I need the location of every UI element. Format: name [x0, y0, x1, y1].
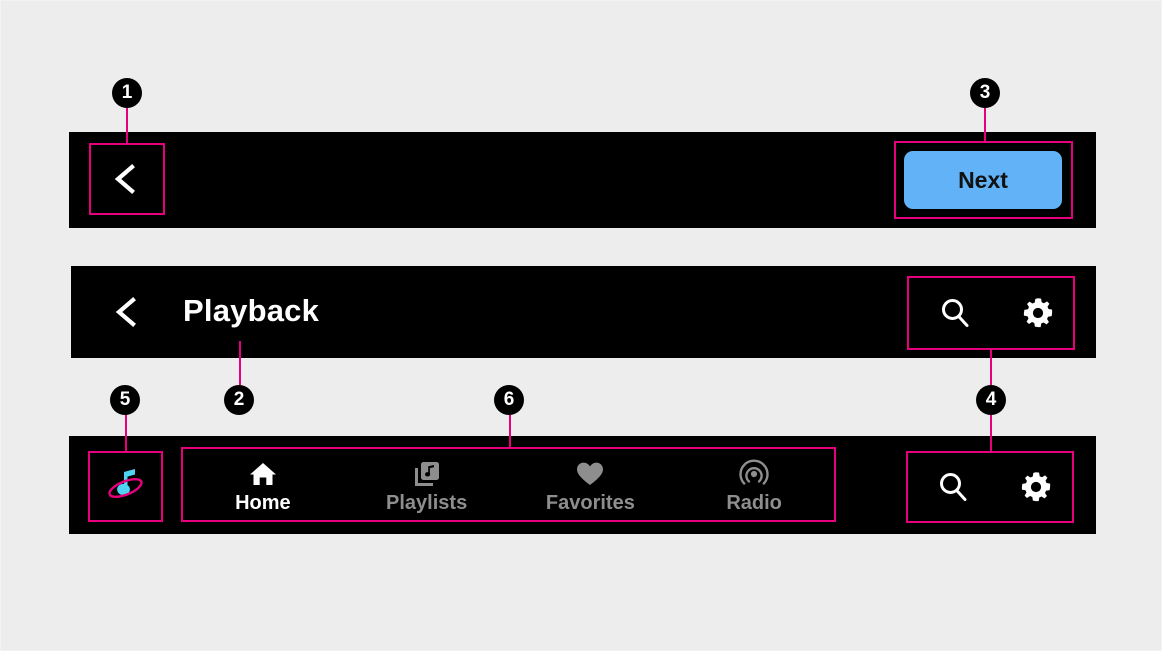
search-icon[interactable]: [937, 295, 973, 331]
playback-back-button[interactable]: [110, 295, 144, 329]
tab-home[interactable]: Home: [181, 451, 345, 521]
leader-line-5: [125, 415, 127, 453]
wizard-back-button[interactable]: [109, 162, 143, 196]
app-logo[interactable]: [102, 462, 149, 509]
annotation-badge-4: 4: [976, 385, 1006, 415]
next-button[interactable]: Next: [904, 151, 1062, 209]
gear-icon[interactable]: [1020, 295, 1056, 331]
leader-line-3: [984, 108, 986, 142]
tab-label: Home: [235, 492, 291, 514]
tab-label: Radio: [726, 492, 782, 514]
annotation-badge-1: 1: [112, 78, 142, 108]
tab-label: Playlists: [386, 492, 468, 514]
library-music-icon: [412, 459, 442, 489]
tab-label: Favorites: [545, 492, 635, 514]
leader-line-2: [239, 341, 241, 385]
heart-icon: [575, 459, 605, 489]
tab-playlists[interactable]: Playlists: [345, 451, 509, 521]
leader-line-6: [509, 415, 511, 449]
header-actions-group: [913, 289, 1079, 337]
leader-line-4-down: [990, 415, 992, 453]
tab-group: Home Playlists Favorites Radio: [181, 451, 836, 521]
tab-radio[interactable]: Radio: [672, 451, 836, 521]
search-icon[interactable]: [935, 469, 971, 505]
page-title: Playback: [183, 293, 320, 328]
annotation-badge-2: 2: [224, 385, 254, 415]
annotation-badge-5: 5: [110, 385, 140, 415]
tab-favorites[interactable]: Favorites: [509, 451, 673, 521]
footer-actions-group: [911, 463, 1077, 511]
leader-line-4-up: [990, 350, 992, 385]
leader-line-1: [126, 108, 128, 144]
annotation-badge-6: 6: [494, 385, 524, 415]
annotation-badge-3: 3: [970, 78, 1000, 108]
gear-icon[interactable]: [1018, 469, 1054, 505]
home-icon: [248, 459, 278, 489]
radio-icon: [739, 459, 769, 489]
